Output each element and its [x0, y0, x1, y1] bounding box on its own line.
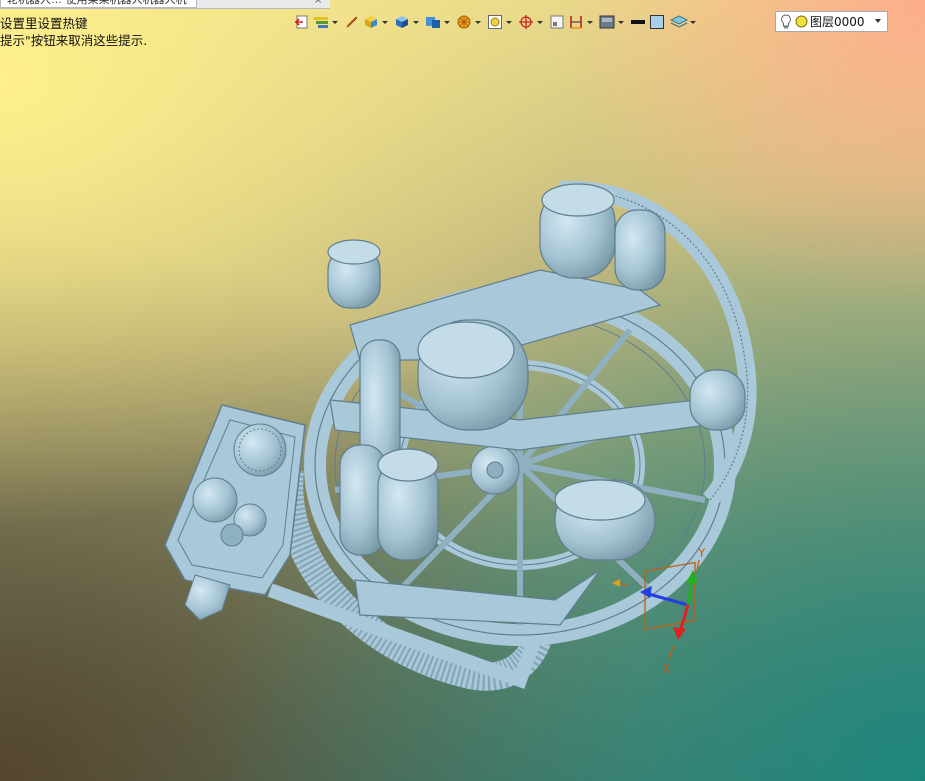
axis-x-label: X — [662, 662, 670, 676]
axis-y-label: Y — [697, 546, 706, 560]
cad-model[interactable]: Y X — [0, 0, 925, 781]
